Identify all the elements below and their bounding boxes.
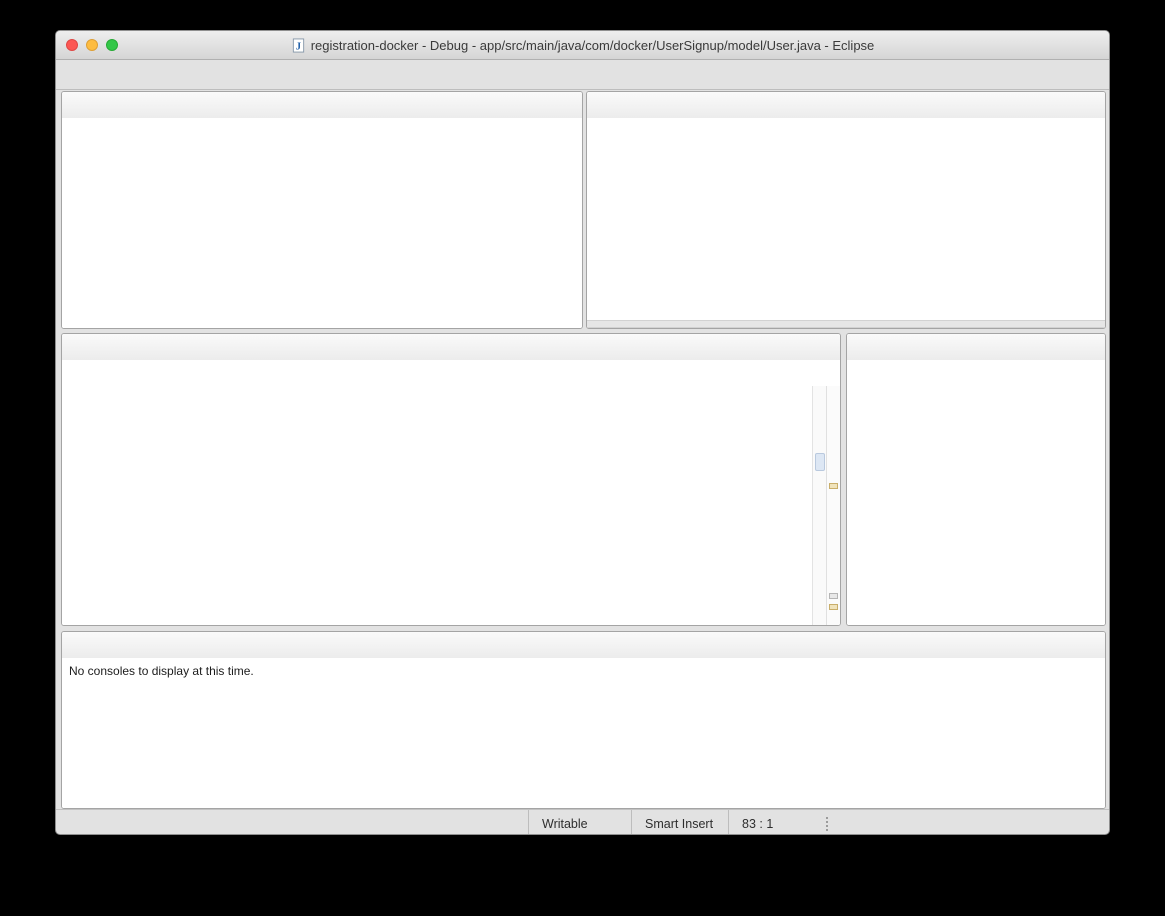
editor-area xyxy=(61,333,841,626)
main-toolbar xyxy=(56,60,1109,90)
editor-tab-bar xyxy=(62,334,840,361)
console-body: No consoles to display at this time. xyxy=(62,658,1105,808)
status-writable: Writable xyxy=(528,810,631,835)
status-spacer xyxy=(56,810,528,835)
close-window-button[interactable] xyxy=(66,39,78,51)
minimize-window-button[interactable] xyxy=(86,39,98,51)
debug-view xyxy=(61,91,583,329)
status-insert-mode: Smart Insert xyxy=(631,810,728,835)
outline-view xyxy=(846,333,1106,626)
status-drag-handle[interactable] xyxy=(826,817,828,831)
debug-view-header xyxy=(62,92,582,119)
window-title: J registration-docker - Debug - app/src/… xyxy=(291,38,875,53)
console-view: No consoles to display at this time. xyxy=(61,631,1106,809)
annotation-marker[interactable] xyxy=(829,593,838,599)
svg-text:J: J xyxy=(296,41,301,52)
outline-view-header xyxy=(847,334,1105,361)
eclipse-window: J registration-docker - Debug - app/src/… xyxy=(55,30,1110,835)
occurrence-marker[interactable] xyxy=(829,483,838,489)
variables-view-header xyxy=(587,92,1105,119)
editor-body[interactable] xyxy=(62,360,840,625)
detail-pane-sash[interactable] xyxy=(587,320,1105,328)
status-bar: Writable Smart Insert 83 : 1 xyxy=(56,809,1109,835)
status-cursor-position: 83 : 1 xyxy=(728,810,826,835)
window-titlebar[interactable]: J registration-docker - Debug - app/src/… xyxy=(56,31,1109,60)
console-message: No consoles to display at this time. xyxy=(62,658,1105,684)
variables-tree xyxy=(587,118,1105,328)
variables-view xyxy=(586,91,1106,329)
window-title-text: registration-docker - Debug - app/src/ma… xyxy=(311,38,875,53)
java-file-icon: J xyxy=(291,38,306,53)
traffic-lights xyxy=(66,31,118,59)
outline-tree xyxy=(847,384,1105,625)
scrollbar-thumb[interactable] xyxy=(815,453,825,471)
outline-toolbar xyxy=(847,360,1105,384)
overview-ruler[interactable] xyxy=(826,386,840,625)
console-view-header xyxy=(62,632,1105,659)
debug-thread-tree xyxy=(62,118,582,328)
editor-scrollbar[interactable] xyxy=(812,386,827,625)
zoom-window-button[interactable] xyxy=(106,39,118,51)
occurrence-marker[interactable] xyxy=(829,604,838,610)
